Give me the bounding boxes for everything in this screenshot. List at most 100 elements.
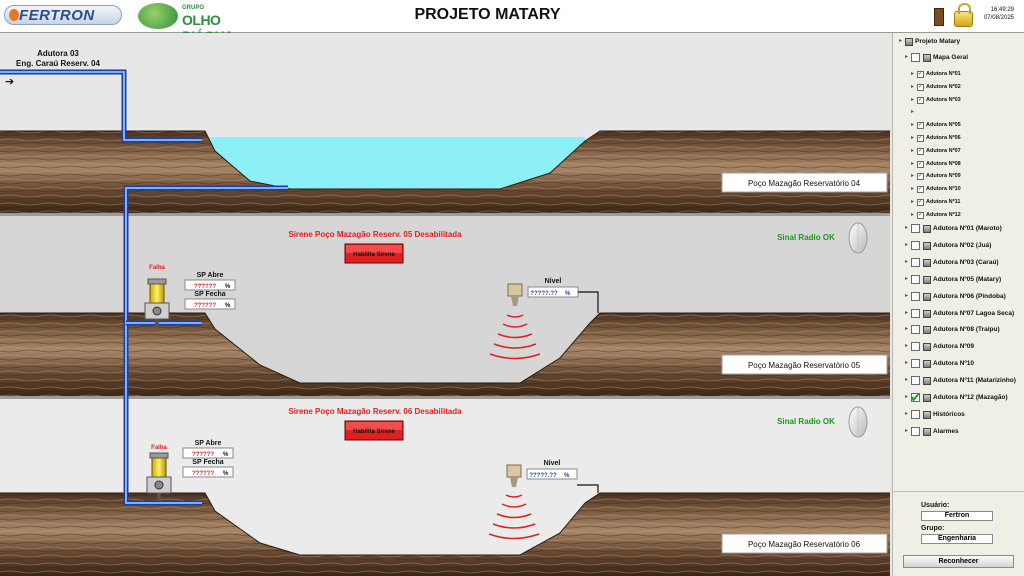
book-icon [923, 377, 931, 386]
expand-icon[interactable]: ▸ [911, 198, 914, 205]
tree-item-label: Adutora Nº06 (Pindoba) [933, 292, 1006, 300]
checkbox[interactable] [911, 257, 920, 267]
tree-item-label: Mapa Geral [933, 54, 969, 61]
tree-item-label: Adutora Nº09 [933, 343, 975, 351]
sp-fecha-value-06: ?????? [192, 471, 214, 477]
expand-icon[interactable]: ▸ [905, 275, 908, 282]
tree-subitem-label: Adutora Nº05 [926, 122, 961, 129]
expand-icon[interactable]: ▸ [905, 342, 908, 349]
checkbox[interactable] [911, 274, 920, 284]
nivel-unit-06: % [564, 473, 570, 479]
expand-icon[interactable]: ▸ [911, 134, 914, 141]
checkbox[interactable] [911, 53, 920, 62]
eng-label: Eng. Caraú Reserv. 04 [16, 59, 100, 68]
expand-icon[interactable]: ▸ [911, 96, 914, 103]
expand-icon[interactable]: ▸ [911, 172, 914, 179]
tree-item-label: Adutora Nº03 (Caraú) [933, 258, 999, 266]
expand-icon[interactable]: ▸ [905, 241, 908, 248]
expand-icon[interactable]: ▸ [905, 53, 908, 60]
checkbox[interactable] [917, 211, 924, 219]
checkbox[interactable] [911, 240, 920, 250]
siren-status-06: Sirene Poço Mazagão Reserv. 06 Desabilit… [288, 407, 462, 416]
checkbox[interactable] [917, 160, 924, 168]
expand-icon[interactable]: ▸ [899, 37, 902, 44]
expand-icon[interactable]: ▸ [911, 211, 914, 218]
book-icon [923, 292, 931, 301]
expand-icon[interactable]: ▸ [911, 70, 914, 77]
siren-status-05: Sirene Poço Mazagão Reserv. 05 Desabilit… [288, 230, 462, 239]
nivel-value-05: ?????.?? [530, 291, 558, 297]
book-icon [923, 360, 931, 369]
enable-siren-label-06: Habilita Sirene [353, 429, 395, 435]
book-icon [923, 410, 931, 419]
nivel-value-06: ?????.?? [529, 473, 557, 479]
radio-antenna-icon [848, 222, 868, 254]
group-field: Engenharia [921, 534, 993, 544]
reservoir-05-name: Poço Mazagão Reservatório 05 [748, 361, 861, 370]
expand-icon[interactable]: ▸ [905, 224, 908, 231]
book-icon [923, 275, 931, 284]
sp-fecha-value-05: ?????? [194, 303, 216, 309]
checkbox[interactable] [917, 198, 924, 206]
expand-icon[interactable]: ▸ [905, 427, 908, 434]
checkbox[interactable] [917, 185, 924, 194]
tree-subitem-label: Adutora Nº06 [926, 135, 961, 141]
enable-siren-label-05: Habilita Sirene [353, 252, 395, 258]
checkbox[interactable] [911, 325, 920, 335]
expand-icon[interactable]: ▸ [905, 309, 908, 316]
checkbox[interactable] [917, 70, 924, 78]
expand-icon[interactable]: ▸ [911, 185, 914, 192]
checkbox[interactable] [911, 426, 920, 436]
tree-item-label: Adutora Nº02 (Juá) [933, 241, 992, 249]
reconnect-button[interactable]: Reconhecer [903, 555, 1014, 568]
checkbox[interactable] [911, 376, 920, 386]
expand-icon[interactable]: ▸ [911, 108, 914, 115]
nivel-unit-05: % [565, 291, 571, 297]
tree-subitem-label: Adutora Nº01 [926, 71, 961, 77]
checkbox[interactable] [917, 121, 924, 130]
tree-subitem-label: Adutora Nº11 [926, 199, 961, 205]
checkbox[interactable] [911, 291, 920, 301]
reservoir-04-name: Poço Mazagão Reservatório 04 [748, 179, 861, 188]
expand-icon[interactable]: ▸ [911, 160, 914, 167]
checkbox[interactable] [917, 147, 924, 155]
clock-date: 07/08/2025 [983, 15, 1014, 21]
sp-abre-label-05: SP Abre [197, 272, 224, 279]
tree-item-label: Adutora Nº12 (Mazagão) [933, 394, 1008, 401]
expand-icon[interactable]: ▸ [905, 410, 908, 417]
expand-icon[interactable]: ▸ [911, 121, 914, 128]
book-icon [923, 241, 931, 250]
book-icon [923, 326, 931, 335]
expand-icon[interactable]: ▸ [905, 393, 908, 400]
book-icon [923, 225, 931, 233]
olho-dagua-logo: GRUPO OLHO D'ÁGUA [138, 3, 273, 44]
checkbox[interactable] [917, 96, 924, 104]
sp-abre-value-06: ?????? [192, 452, 214, 458]
expand-icon[interactable]: ▸ [911, 83, 914, 90]
exit-door-icon[interactable] [934, 8, 944, 26]
checkbox[interactable] [911, 224, 920, 233]
expand-icon[interactable]: ▸ [905, 292, 908, 299]
checkbox[interactable] [911, 409, 920, 419]
book-icon [923, 394, 931, 402]
fertron-logo-text: FERTRON [19, 7, 95, 24]
checkbox[interactable] [911, 359, 920, 369]
checkbox[interactable] [917, 134, 924, 142]
checkbox[interactable] [917, 83, 924, 91]
expand-icon[interactable]: ▸ [905, 376, 908, 383]
checkbox[interactable] [917, 172, 924, 181]
book-icon [923, 427, 931, 436]
expand-icon[interactable]: ▸ [905, 359, 908, 366]
sp-abre-unit-05: % [225, 284, 231, 290]
checkbox[interactable] [911, 342, 920, 352]
sp-fecha-label-06: SP Fecha [192, 459, 223, 466]
sp-fecha-unit-05: % [225, 303, 231, 309]
expand-icon[interactable]: ▸ [905, 258, 908, 265]
user-label: Usuário: [921, 502, 950, 509]
fertron-logo: FERTRON [4, 5, 122, 25]
checkbox[interactable] [911, 308, 920, 318]
page-title: PROJETO MATARY [414, 6, 561, 23]
expand-icon[interactable]: ▸ [905, 325, 908, 332]
expand-icon[interactable]: ▸ [911, 147, 914, 154]
tree-item-label: Adutora Nº10 [933, 360, 975, 368]
